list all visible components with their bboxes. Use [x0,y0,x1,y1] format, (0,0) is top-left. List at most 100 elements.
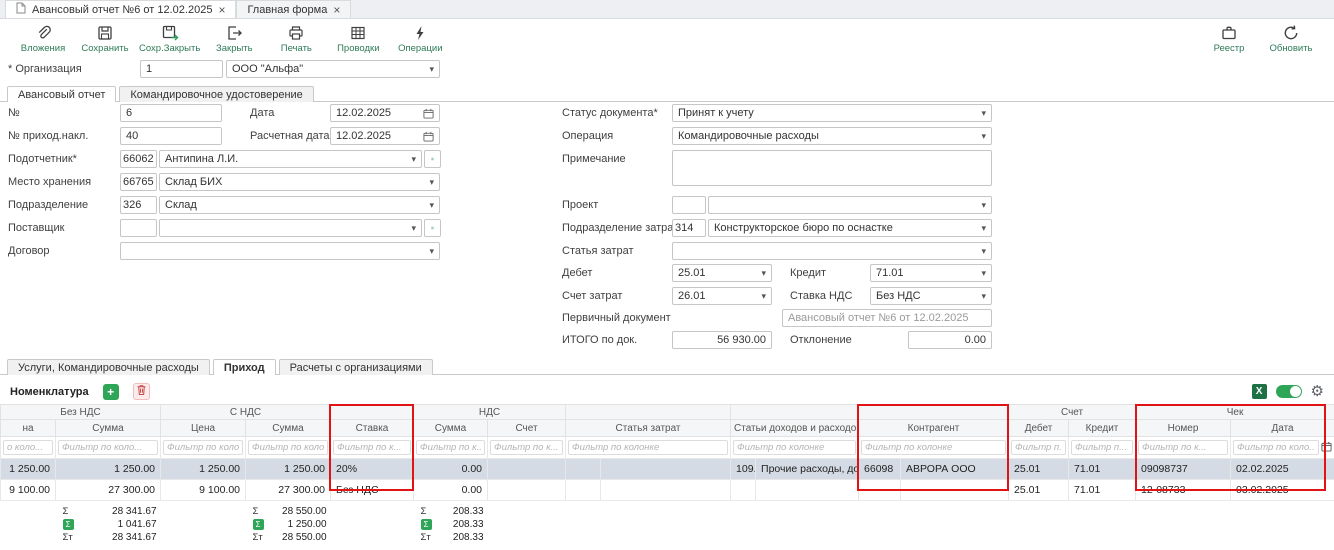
status-select[interactable]: Принят к учету ▾ [672,104,992,122]
total-field[interactable]: 56 930.00 [672,331,772,349]
col-income-expense[interactable]: Статьи доходов и расходов [731,420,859,437]
filter-input[interactable] [58,440,158,455]
print-button[interactable]: Печать [265,23,327,54]
storage-select[interactable]: Склад БИХ ▾ [159,173,440,191]
filter-input[interactable] [333,440,411,455]
cell[interactable]: АВРОРА ООО [901,459,1009,480]
register-button[interactable]: Реестр [1198,23,1260,54]
cell[interactable]: 9 100.00 [1,480,56,501]
cell[interactable]: 71.01 [1069,480,1136,501]
save-button[interactable]: Сохранить [74,23,136,54]
operations-button[interactable]: Операции [389,23,451,54]
calendar-icon[interactable] [1321,441,1332,455]
cell[interactable]: 0.00 [414,459,488,480]
attachments-button[interactable]: Вложения [12,23,74,54]
cell[interactable]: 1 250.00 [246,459,331,480]
filter-input[interactable] [733,440,856,455]
cell[interactable] [601,459,731,480]
cell[interactable]: 1 250.00 [56,459,161,480]
col-vat-sum[interactable]: Сумма [414,420,488,437]
save-close-button[interactable]: Сохр.Закрыть [136,23,203,54]
cell[interactable]: 66098 [859,459,901,480]
cell[interactable]: 27 300.00 [56,480,161,501]
cost-department-code-field[interactable]: 314 [672,219,706,237]
add-row-button[interactable]: + [103,384,119,400]
cell[interactable] [488,480,566,501]
cell[interactable]: 1 250.00 [1,459,56,480]
chevron-down-icon[interactable]: ▾ [981,224,986,233]
deviation-field[interactable]: 0.00 [908,331,992,349]
cell[interactable] [488,459,566,480]
chevron-down-icon[interactable]: ▾ [981,109,986,118]
col-sum-vat[interactable]: Сумма [246,420,331,437]
cell[interactable]: Прочие расходы, дохо... [756,459,859,480]
cell[interactable] [859,480,901,501]
cell[interactable] [566,459,601,480]
cell[interactable]: 25.01 [1009,459,1069,480]
chevron-down-icon[interactable]: ▾ [429,178,434,187]
filter-input[interactable] [568,440,728,455]
cell[interactable]: 20% [331,459,414,480]
col-rate[interactable]: Ставка [331,420,414,437]
organization-select[interactable]: ООО "Альфа" ▾ [226,60,440,78]
filter-input[interactable] [1233,440,1319,455]
chevron-down-icon[interactable]: ▾ [981,201,986,210]
col-cost-item[interactable]: Статья затрат [566,420,731,437]
chevron-down-icon[interactable]: ▾ [429,65,434,74]
cell[interactable]: Без НДС [331,480,414,501]
cost-account-select[interactable]: 26.01 ▾ [672,287,772,305]
cell[interactable]: 109... [731,459,756,480]
debit-select[interactable]: 25.01 ▾ [672,264,772,282]
organization-code-field[interactable]: 1 [140,60,223,78]
col-price-clipped[interactable]: на [1,420,56,437]
col-debit[interactable]: Дебет [1009,420,1069,437]
cell[interactable]: 71.01 [1069,459,1136,480]
cell[interactable]: 03.02.2025 [1231,480,1334,501]
cell[interactable]: 27 300.00 [246,480,331,501]
filter-input[interactable] [861,440,1006,455]
cell[interactable]: 1 250.00 [161,459,246,480]
col-date[interactable]: Дата [1231,420,1334,437]
cost-item-select[interactable]: ▾ [672,242,992,260]
postings-button[interactable]: Проводки [327,23,389,54]
col-price-vat[interactable]: Цена [161,420,246,437]
storage-code-field[interactable]: 66765 [120,173,157,191]
operation-select[interactable]: Командировочные расходы ▾ [672,127,992,145]
filter-input[interactable] [490,440,563,455]
vat-rate-select[interactable]: Без НДС ▾ [870,287,992,305]
close-icon[interactable]: × [218,4,225,16]
filter-input[interactable] [163,440,243,455]
cell[interactable] [566,480,601,501]
tab-advance-report[interactable]: Авансовый отчет №6 от 12.02.2025 × [5,0,236,18]
filter-input[interactable] [3,440,53,455]
cell[interactable]: 09098737 [1136,459,1231,480]
col-credit[interactable]: Кредит [1069,420,1136,437]
delete-row-button[interactable] [133,383,150,400]
close-icon[interactable]: × [333,4,340,16]
excel-export-button[interactable]: X [1252,384,1267,399]
chevron-down-icon[interactable]: ▾ [981,292,986,301]
cost-department-select[interactable]: Конструкторское бюро по оснастке ▾ [708,219,992,237]
cell[interactable]: 9 100.00 [161,480,246,501]
refresh-button[interactable]: Обновить [1260,23,1322,54]
tab-org-settlements[interactable]: Расчеты с организациями [279,359,433,375]
gear-icon[interactable]: ⚙ [1311,384,1324,399]
cell[interactable]: 12-08733 [1136,480,1231,501]
col-counterparty[interactable]: Контрагент [859,420,1009,437]
col-vat-account[interactable]: Счет [488,420,566,437]
cell[interactable] [901,480,1009,501]
filter-input[interactable] [1138,440,1228,455]
chevron-down-icon[interactable]: ▾ [981,247,986,256]
cell[interactable]: 0.00 [414,480,488,501]
chevron-down-icon[interactable]: ▾ [981,269,986,278]
tab-receipt[interactable]: Приход [213,359,276,375]
chevron-down-icon[interactable]: ▾ [761,292,766,301]
filter-input[interactable] [1011,440,1066,455]
chevron-down-icon[interactable]: ▾ [981,132,986,141]
filter-toggle[interactable] [1276,385,1302,398]
project-select[interactable]: ▾ [708,196,992,214]
tab-advance-report-form[interactable]: Авансовый отчет [7,86,116,102]
col-sum-no-vat[interactable]: Сумма [56,420,161,437]
chevron-down-icon[interactable]: ▾ [761,269,766,278]
cell[interactable] [601,480,731,501]
